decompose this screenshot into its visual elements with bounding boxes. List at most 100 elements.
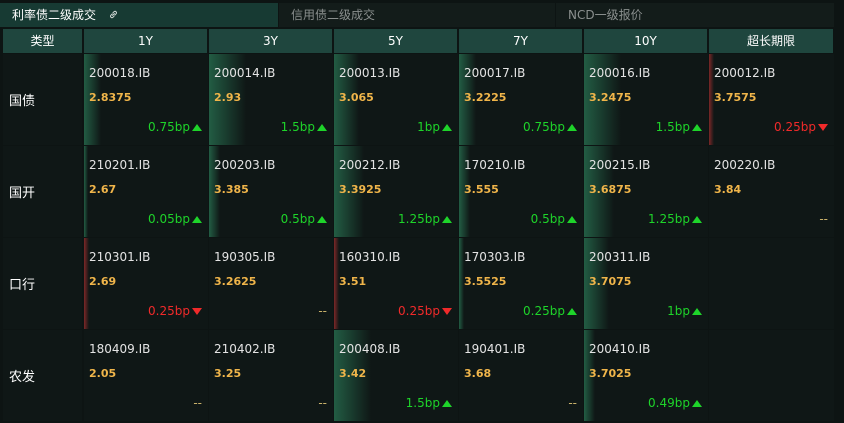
arrow-up-icon [692,216,702,223]
change-text: 0.75bp [523,120,565,134]
arrow-up-icon [692,124,702,131]
tab-credit-bond-secondary[interactable]: 信用债二级成交 [279,3,555,27]
column-header-3y[interactable]: 3Y [209,29,333,53]
quote-cell[interactable]: 200220.IB 3.84 -- [709,146,834,237]
yield-value: 2.8375 [89,91,132,104]
quote-cell[interactable]: 180409.IB 2.05 -- [84,330,208,421]
tab-rate-bond-secondary[interactable]: 利率债二级成交 [0,3,278,27]
bond-code: 200016.IB [589,66,651,80]
quote-cell[interactable]: 200212.IB 3.3925 1.25bp [334,146,458,237]
arrow-up-icon [192,124,202,131]
arrow-up-icon [692,308,702,315]
quote-cell[interactable]: 200017.IB 3.2225 0.75bp [459,54,583,145]
bond-code: 190305.IB [214,250,276,264]
change-text: -- [193,396,202,410]
column-header-7y[interactable]: 7Y [459,29,583,53]
yield-value: 3.2625 [214,275,257,288]
bond-code: 160310.IB [339,250,401,264]
bond-code: 170303.IB [464,250,526,264]
change-value: 0.25bp [774,120,828,134]
quote-cell[interactable]: 190401.IB 3.68 -- [459,330,583,421]
yield-value: 2.93 [214,91,242,104]
quote-cell[interactable]: 210301.IB 2.69 0.25bp [84,238,208,329]
tab-label: NCD一级报价 [568,8,643,22]
bond-code: 200212.IB [339,158,401,172]
quote-cell[interactable]: 200410.IB 3.7025 0.49bp [584,330,708,421]
yield-value: 3.2475 [589,91,632,104]
change-text: 0.25bp [398,304,440,318]
quote-cell[interactable]: 200408.IB 3.42 1.5bp [334,330,458,421]
bond-code: 170210.IB [464,158,526,172]
bond-code: 200017.IB [464,66,526,80]
quote-cell[interactable]: 200018.IB 2.8375 0.75bp [84,54,208,145]
change-text: 1bp [417,120,440,134]
column-header-10y[interactable]: 10Y [584,29,708,53]
tab-bar: 利率债二级成交 信用债二级成交 NCD一级报价 [0,0,844,28]
change-text: 0.5bp [530,212,565,226]
column-header-1y[interactable]: 1Y [84,29,208,53]
bond-code: 200014.IB [214,66,276,80]
quote-cell[interactable]: 200012.IB 3.7575 0.25bp [709,54,834,145]
quote-cell[interactable]: 190305.IB 3.2625 -- [209,238,333,329]
column-header-5y[interactable]: 5Y [334,29,458,53]
change-text: -- [568,396,577,410]
bond-code: 200215.IB [589,158,651,172]
column-header-type[interactable]: 类型 [3,29,83,53]
quote-cell[interactable]: 200016.IB 3.2475 1.5bp [584,54,708,145]
quote-cell[interactable]: 200014.IB 2.93 1.5bp [209,54,333,145]
arrow-up-icon [317,124,327,131]
change-value: 0.5bp [531,212,577,226]
quote-cell[interactable]: 210201.IB 2.67 0.05bp [84,146,208,237]
quote-cell[interactable]: 200203.IB 3.385 0.5bp [209,146,333,237]
column-header-ultra-long[interactable]: 超长期限 [709,29,834,53]
change-text: -- [318,396,327,410]
quote-cell [709,330,834,421]
change-text: -- [819,212,828,226]
arrow-down-icon [442,308,452,315]
arrow-down-icon [818,124,828,131]
yield-value: 2.05 [89,367,117,380]
yield-value: 3.25 [214,367,242,380]
quote-cell[interactable]: 160310.IB 3.51 0.25bp [334,238,458,329]
link-icon[interactable] [108,4,119,28]
bond-code: 200410.IB [589,342,651,356]
row-label: 农发 [3,330,82,421]
arrow-up-icon [192,216,202,223]
row-label: 国开 [3,146,82,237]
arrow-up-icon [442,216,452,223]
quote-cell[interactable]: 170303.IB 3.5525 0.25bp [459,238,583,329]
yield-value: 3.555 [464,183,499,196]
change-value: 1.25bp [398,212,452,226]
change-text: 0.25bp [148,304,190,318]
yield-value: 3.7575 [714,91,757,104]
yield-value: 3.7025 [589,367,632,380]
change-text: 0.5bp [280,212,315,226]
change-value: -- [568,396,577,410]
quote-cell[interactable]: 170210.IB 3.555 0.5bp [459,146,583,237]
change-bar [84,146,88,237]
change-value: 1.5bp [281,120,327,134]
yield-value: 3.385 [214,183,249,196]
change-value: 0.5bp [281,212,327,226]
quote-cell[interactable]: 200013.IB 3.065 1bp [334,54,458,145]
change-value: 1bp [667,304,702,318]
arrow-up-icon [567,308,577,315]
yield-value: 3.84 [714,183,742,196]
change-text: 0.49bp [648,396,690,410]
change-value: -- [318,396,327,410]
quote-cell[interactable]: 200311.IB 3.7075 1bp [584,238,708,329]
arrow-up-icon [442,124,452,131]
yield-value: 3.68 [464,367,492,380]
tab-label: 信用债二级成交 [291,8,376,22]
change-value: 1bp [417,120,452,134]
quote-cell[interactable]: 200215.IB 3.6875 1.25bp [584,146,708,237]
arrow-up-icon [567,124,577,131]
change-text: 1.5bp [655,120,690,134]
arrow-down-icon [192,308,202,315]
tab-ncd-primary-quote[interactable]: NCD一级报价 [556,3,834,27]
bond-code: 190401.IB [464,342,526,356]
change-text: 1.5bp [405,396,440,410]
change-value: 0.25bp [398,304,452,318]
arrow-up-icon [442,400,452,407]
quote-cell[interactable]: 210402.IB 3.25 -- [209,330,333,421]
